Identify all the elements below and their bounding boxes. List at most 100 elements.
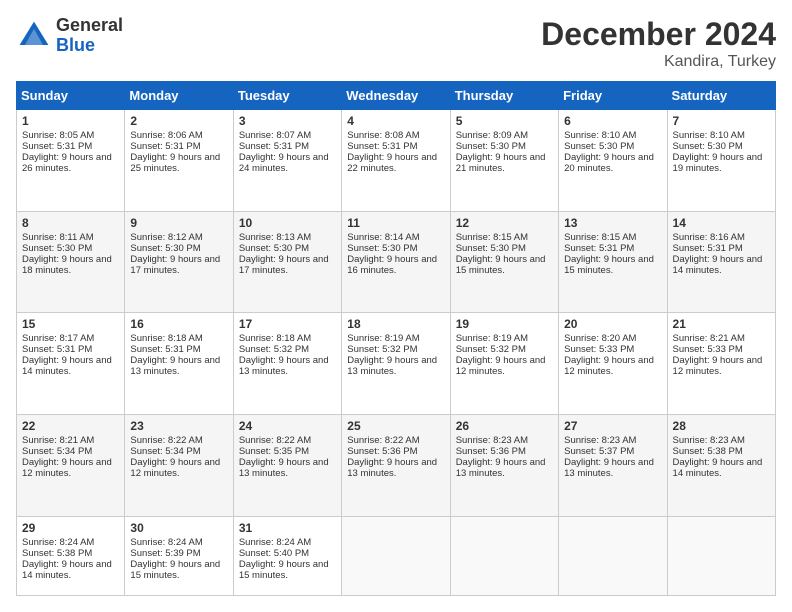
day-number: 14 — [673, 216, 770, 230]
week-row-5: 29Sunrise: 8:24 AMSunset: 5:38 PMDayligh… — [17, 516, 776, 595]
sunset-text: Sunset: 5:31 PM — [673, 243, 743, 254]
sunrise-text: Sunrise: 8:19 AM — [456, 333, 528, 344]
day-number: 3 — [239, 114, 336, 128]
day-number: 16 — [130, 317, 227, 331]
day-number: 30 — [130, 521, 227, 535]
daylight-text: Daylight: 9 hours and 13 minutes. — [239, 355, 329, 377]
day-number: 9 — [130, 216, 227, 230]
calendar-cell: 14Sunrise: 8:16 AMSunset: 5:31 PMDayligh… — [667, 211, 775, 313]
sunset-text: Sunset: 5:33 PM — [673, 344, 743, 355]
sunset-text: Sunset: 5:30 PM — [673, 141, 743, 152]
calendar-cell: 12Sunrise: 8:15 AMSunset: 5:30 PMDayligh… — [450, 211, 558, 313]
daylight-text: Daylight: 9 hours and 17 minutes. — [130, 254, 220, 276]
day-number: 21 — [673, 317, 770, 331]
day-number: 19 — [456, 317, 553, 331]
day-number: 4 — [347, 114, 444, 128]
calendar-cell: 21Sunrise: 8:21 AMSunset: 5:33 PMDayligh… — [667, 313, 775, 415]
day-header-saturday: Saturday — [667, 82, 775, 110]
calendar-cell: 23Sunrise: 8:22 AMSunset: 5:34 PMDayligh… — [125, 415, 233, 517]
day-number: 17 — [239, 317, 336, 331]
sunset-text: Sunset: 5:34 PM — [22, 446, 92, 457]
day-number: 8 — [22, 216, 119, 230]
week-row-2: 8Sunrise: 8:11 AMSunset: 5:30 PMDaylight… — [17, 211, 776, 313]
calendar-cell: 18Sunrise: 8:19 AMSunset: 5:32 PMDayligh… — [342, 313, 450, 415]
day-number: 29 — [22, 521, 119, 535]
sunset-text: Sunset: 5:36 PM — [456, 446, 526, 457]
day-number: 27 — [564, 419, 661, 433]
calendar-cell: 26Sunrise: 8:23 AMSunset: 5:36 PMDayligh… — [450, 415, 558, 517]
calendar-cell: 31Sunrise: 8:24 AMSunset: 5:40 PMDayligh… — [233, 516, 341, 595]
calendar-cell: 29Sunrise: 8:24 AMSunset: 5:38 PMDayligh… — [17, 516, 125, 595]
header: General Blue December 2024 Kandira, Turk… — [16, 16, 776, 71]
day-number: 7 — [673, 114, 770, 128]
sunrise-text: Sunrise: 8:05 AM — [22, 130, 94, 141]
sunset-text: Sunset: 5:38 PM — [673, 446, 743, 457]
calendar-cell — [667, 516, 775, 595]
calendar-cell: 27Sunrise: 8:23 AMSunset: 5:37 PMDayligh… — [559, 415, 667, 517]
daylight-text: Daylight: 9 hours and 13 minutes. — [456, 457, 546, 479]
day-number: 24 — [239, 419, 336, 433]
location: Kandira, Turkey — [541, 53, 776, 71]
sunrise-text: Sunrise: 8:24 AM — [239, 537, 311, 548]
sunrise-text: Sunrise: 8:17 AM — [22, 333, 94, 344]
week-row-3: 15Sunrise: 8:17 AMSunset: 5:31 PMDayligh… — [17, 313, 776, 415]
calendar-cell: 9Sunrise: 8:12 AMSunset: 5:30 PMDaylight… — [125, 211, 233, 313]
day-number: 25 — [347, 419, 444, 433]
week-row-1: 1Sunrise: 8:05 AMSunset: 5:31 PMDaylight… — [17, 110, 776, 212]
daylight-text: Daylight: 9 hours and 17 minutes. — [239, 254, 329, 276]
calendar-cell: 24Sunrise: 8:22 AMSunset: 5:35 PMDayligh… — [233, 415, 341, 517]
daylight-text: Daylight: 9 hours and 13 minutes. — [564, 457, 654, 479]
day-header-thursday: Thursday — [450, 82, 558, 110]
day-number: 22 — [22, 419, 119, 433]
daylight-text: Daylight: 9 hours and 14 minutes. — [673, 254, 763, 276]
calendar-cell: 22 Sunrise: 8:21 AMSunset: 5:34 PMDayligh… — [17, 415, 125, 517]
day-number: 31 — [239, 521, 336, 535]
daylight-text: Daylight: 9 hours and 12 minutes. — [22, 457, 112, 479]
day-number: 11 — [347, 216, 444, 230]
sunrise-text: Sunrise: 8:14 AM — [347, 232, 419, 243]
sunset-text: Sunset: 5:32 PM — [347, 344, 417, 355]
day-header-monday: Monday — [125, 82, 233, 110]
day-number: 15 — [22, 317, 119, 331]
day-number: 5 — [456, 114, 553, 128]
sunset-text: Sunset: 5:30 PM — [347, 243, 417, 254]
sunset-text: Sunset: 5:37 PM — [564, 446, 634, 457]
sunrise-text: Sunrise: 8:21 AM — [673, 333, 745, 344]
calendar-cell — [450, 516, 558, 595]
sunrise-text: Sunrise: 8:09 AM — [456, 130, 528, 141]
week-row-4: 22Sunrise: 8:21 AMSunset: 5:34 PMDayligh… — [17, 415, 776, 517]
calendar-cell: 7Sunrise: 8:10 AMSunset: 5:30 PMDaylight… — [667, 110, 775, 212]
sunset-text: Sunset: 5:30 PM — [456, 243, 526, 254]
sunrise-text: Sunrise: 8:24 AM — [130, 537, 202, 548]
daylight-text: Daylight: 9 hours and 12 minutes. — [456, 355, 546, 377]
day-number: 2 — [130, 114, 227, 128]
sunrise-text: Sunrise: 8:21 AM — [22, 435, 94, 446]
daylight-text: Daylight: 9 hours and 18 minutes. — [22, 254, 112, 276]
sunrise-text: Sunrise: 8:15 AM — [564, 232, 636, 243]
sunset-text: Sunset: 5:30 PM — [239, 243, 309, 254]
sunset-text: Sunset: 5:30 PM — [22, 243, 92, 254]
daylight-text: Daylight: 9 hours and 15 minutes. — [239, 559, 329, 581]
daylight-text: Daylight: 9 hours and 26 minutes. — [22, 152, 112, 174]
day-header-friday: Friday — [559, 82, 667, 110]
sunrise-text: Sunrise: 8:22 AM — [239, 435, 311, 446]
day-number: 12 — [456, 216, 553, 230]
sunrise-text: Sunrise: 8:18 AM — [130, 333, 202, 344]
calendar-cell: 28Sunrise: 8:23 AMSunset: 5:38 PMDayligh… — [667, 415, 775, 517]
calendar-cell: 25Sunrise: 8:22 AMSunset: 5:36 PMDayligh… — [342, 415, 450, 517]
daylight-text: Daylight: 9 hours and 15 minutes. — [456, 254, 546, 276]
calendar-cell: 2Sunrise: 8:06 AMSunset: 5:31 PMDaylight… — [125, 110, 233, 212]
day-number: 18 — [347, 317, 444, 331]
daylight-text: Daylight: 9 hours and 14 minutes. — [22, 559, 112, 581]
logo-icon — [16, 18, 52, 54]
sunset-text: Sunset: 5:33 PM — [564, 344, 634, 355]
day-number: 23 — [130, 419, 227, 433]
daylight-text: Daylight: 9 hours and 14 minutes. — [673, 457, 763, 479]
logo-blue: Blue — [56, 35, 95, 55]
sunrise-text: Sunrise: 8:19 AM — [347, 333, 419, 344]
calendar-cell: 11Sunrise: 8:14 AMSunset: 5:30 PMDayligh… — [342, 211, 450, 313]
day-number: 20 — [564, 317, 661, 331]
day-header-wednesday: Wednesday — [342, 82, 450, 110]
daylight-text: Daylight: 9 hours and 25 minutes. — [130, 152, 220, 174]
sunrise-text: Sunrise: 8:18 AM — [239, 333, 311, 344]
